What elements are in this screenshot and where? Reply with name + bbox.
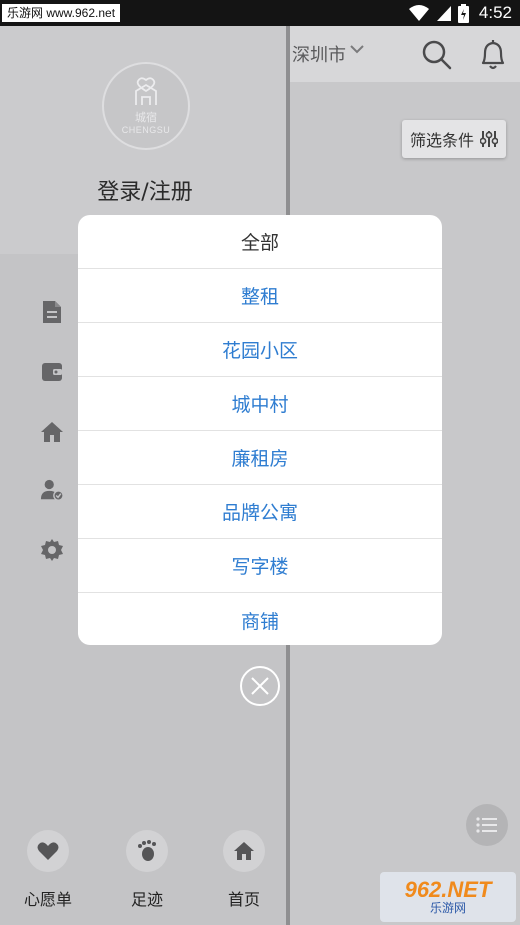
sliders-icon [480, 131, 498, 147]
close-icon[interactable] [239, 665, 281, 707]
bell-icon[interactable] [478, 39, 508, 71]
home-label: 首页 [227, 890, 260, 909]
heart-icon [27, 830, 69, 872]
option-brand-apartment[interactable]: 品牌公寓 [78, 485, 442, 539]
option-all[interactable]: 全部 [78, 215, 442, 269]
search-icon[interactable] [422, 40, 452, 70]
battery-icon [457, 3, 469, 23]
watermark-logo: 962.NET [404, 877, 492, 902]
footprint-label: 足迹 [130, 890, 163, 909]
wallet-icon[interactable] [40, 360, 64, 384]
chevron-down-icon[interactable] [350, 44, 364, 54]
option-office-building[interactable]: 写字楼 [78, 539, 442, 593]
drawer-bottom-nav: 心愿单 足迹 首页 [0, 826, 286, 925]
filter-button[interactable]: 筛选条件 [402, 120, 506, 158]
watermark-badge: 乐游网 www.962.net [2, 4, 121, 22]
document-icon[interactable] [40, 300, 64, 324]
list-view-button[interactable] [466, 804, 508, 846]
wishlist-label: 心愿单 [23, 890, 72, 909]
option-urban-village[interactable]: 城中村 [78, 377, 442, 431]
option-whole-rent[interactable]: 整租 [78, 269, 442, 323]
settings-gear-icon[interactable] [40, 538, 64, 562]
option-shop[interactable]: 商铺 [78, 593, 442, 645]
rental-type-popup: 全部 整租 花园小区 城中村 廉租房 品牌公寓 写字楼 商铺 [78, 215, 442, 645]
home-tab[interactable]: 首页 [204, 830, 284, 910]
user-verified-icon[interactable] [40, 478, 64, 502]
house-logo-icon [135, 77, 157, 105]
list-icon [476, 817, 497, 833]
signal-icon [436, 6, 451, 21]
option-garden-community[interactable]: 花园小区 [78, 323, 442, 377]
wifi-icon [408, 5, 429, 21]
top-bar: 深圳市 [290, 26, 520, 82]
option-low-rent-housing[interactable]: 廉租房 [78, 431, 442, 485]
footprint-tab[interactable]: 足迹 [107, 830, 187, 910]
city-selector[interactable]: 深圳市 [292, 41, 346, 67]
status-bar: 乐游网 www.962.net 4:52 [0, 0, 520, 26]
wishlist-tab[interactable]: 心愿单 [8, 830, 88, 910]
home-icon[interactable] [40, 420, 64, 444]
avatar-mark: 城宿 [135, 111, 157, 124]
clock: 4:52 [478, 3, 512, 22]
home-icon [223, 830, 265, 872]
filter-label: 筛选条件 [409, 131, 474, 150]
avatar-brand: CHENGSU [121, 125, 171, 135]
status-icons: 4:52 [408, 0, 512, 26]
footprint-icon [126, 830, 168, 872]
avatar[interactable]: 城宿 CHENGSU [102, 62, 190, 150]
login-register-link[interactable]: 登录/注册 [0, 174, 290, 206]
corner-watermark: 962.NET 乐游网 [380, 872, 516, 922]
watermark-sub: 乐游网 [429, 901, 466, 915]
